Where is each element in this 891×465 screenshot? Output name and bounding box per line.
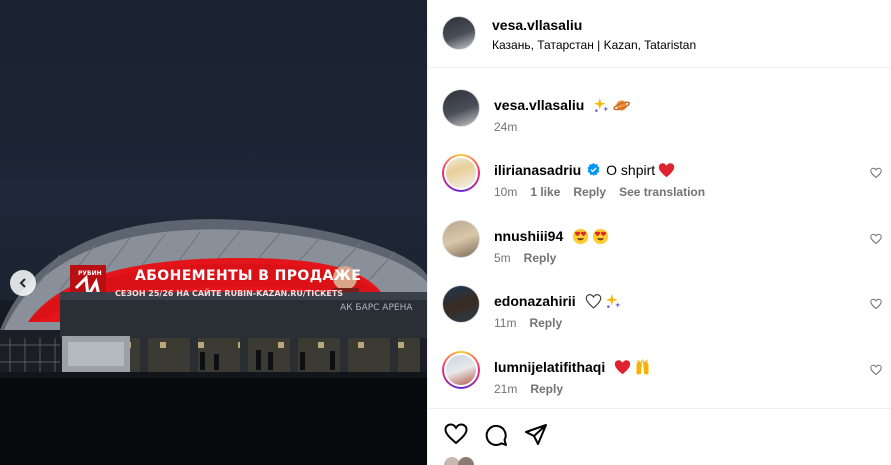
comment-item: lumnijelatifithaqi 21m Reply [428,351,891,411]
heart-eyes-emoji [569,227,589,245]
comment-line: lumnijelatifithaqi [494,358,651,376]
comment-time[interactable]: 10m [494,185,517,199]
comment-line: vesa.vllasaliu [494,96,631,114]
avatar[interactable] [442,220,480,258]
like-comment-icon[interactable] [870,364,882,376]
comment-username[interactable]: lumnijelatifithaqi [494,359,605,375]
avatar[interactable] [442,285,480,323]
planet-emoji [610,96,631,114]
sparkles-emoji [602,292,622,310]
previous-photo-button[interactable] [10,270,36,296]
comment-username[interactable]: vesa.vllasaliu [494,97,584,113]
post-location[interactable]: Казань, Татарстан | Kazan, Tataristan [492,38,696,52]
comment-line: nnushiii94 [494,227,609,245]
comment-line: ilirianasadriu O shpirt [494,161,675,179]
reply-button[interactable]: Reply [524,251,557,265]
post-photo: РУБИН АБОНЕМЕНТЫ В ПРОДАЖЕ СЕЗОН 25/26 Н… [0,0,427,465]
arena-sign: АК БАРС АРЕНА [340,303,413,313]
comment-likes[interactable]: 1 like [530,185,560,199]
comment-meta: 11m Reply [494,316,575,330]
comment-item: nnushiii94 5m Reply [428,220,891,280]
reply-button[interactable]: Reply [529,316,562,330]
comment-username[interactable]: edonazahirii [494,293,576,309]
reply-button[interactable]: Reply [530,382,563,396]
comment-line: edonazahirii [494,292,622,310]
like-comment-icon[interactable] [870,233,882,245]
post-author-username[interactable]: vesa.vllasaliu [492,17,582,33]
heart-icon[interactable] [444,423,468,445]
avatar[interactable] [442,351,480,389]
see-translation-button[interactable]: See translation [619,185,705,199]
comment-time[interactable]: 5m [494,251,511,265]
raised-hands-emoji [631,358,651,376]
comment-meta: 5m Reply [494,251,569,265]
comment-item: ilirianasadriu O shpirt 10m 1 like Reply See … [428,154,891,214]
stadium-illustration [0,180,427,465]
comment-icon[interactable] [484,423,508,447]
avatar[interactable] [442,89,480,127]
screen-title: АБОНЕМЕНТЫ В ПРОДАЖЕ [135,268,362,284]
avatar[interactable] [442,154,480,192]
comment-time[interactable]: 11m [494,316,516,330]
heart-eyes-emoji [589,227,609,245]
comment-username[interactable]: nnushiii94 [494,228,563,244]
reply-button[interactable]: Reply [573,185,606,199]
like-comment-icon[interactable] [870,167,882,179]
comment-username[interactable]: ilirianasadriu [494,162,581,178]
post-header: vesa.vllasaliu Казань, Татарстан | Kazan… [428,0,891,68]
comment-item: edonazahirii 11m Reply [428,285,891,345]
share-icon[interactable] [524,423,548,447]
comment-text: O shpirt [606,161,656,178]
like-comment-icon[interactable] [870,298,882,310]
chevron-left-icon [19,278,26,288]
sparkles-emoji [590,96,610,114]
white-heart-emoji [582,292,602,310]
club-logo-text: РУБИН [78,270,102,277]
verified-badge-icon [587,163,600,177]
comment-time[interactable]: 21m [494,382,517,396]
comment-meta: 21m Reply [494,382,576,396]
post-side-panel: vesa.vllasaliu Казань, Татарстан | Kazan… [427,0,891,465]
red-heart-emoji [611,358,631,376]
comment-item: vesa.vllasaliu 24m [428,89,891,149]
comment-time[interactable]: 24m [494,120,517,134]
liked-by-avatars[interactable] [444,457,504,465]
comment-meta: 10m 1 like Reply See translation [494,185,718,199]
comment-meta: 24m [494,120,530,134]
red-heart-emoji [655,161,675,179]
avatar[interactable] [442,16,476,50]
comments-list: vesa.vllasaliu 24m ilirianasadriu O shpirt… [428,69,891,407]
screen-subtitle: СЕЗОН 25/26 НА САЙТЕ RUBIN-KAZAN.RU/TICK… [115,289,344,298]
